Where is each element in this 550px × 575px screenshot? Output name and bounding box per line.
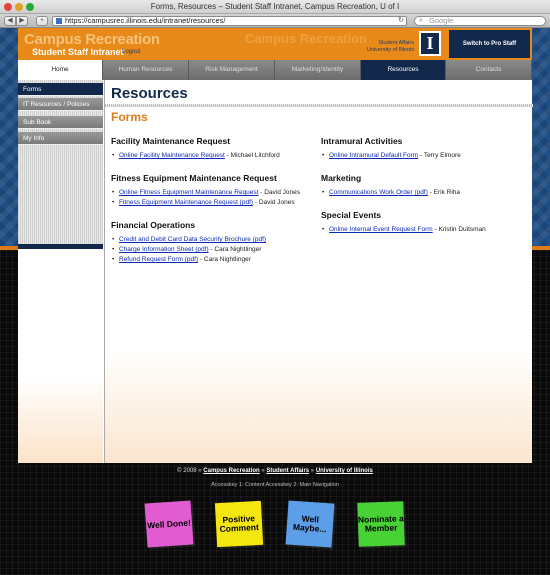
form-group: Facility Maintenance Request Online Faci… xyxy=(111,136,311,161)
form-link[interactable]: Online Intramural Default Form xyxy=(329,152,418,159)
tab-human-resources[interactable]: Human Resources xyxy=(103,60,189,80)
forms-column-right: Intramural Activities Online Intramural … xyxy=(321,136,521,247)
forms-column-left: Facility Maintenance Request Online Faci… xyxy=(111,136,311,277)
site-icon xyxy=(56,18,62,24)
list-item: Communications Work Order (pdf) - Erik R… xyxy=(321,188,521,198)
switch-to-pro-staff-button[interactable]: Switch to Pro Staff xyxy=(447,28,532,60)
url-text: https://campusrec.illinois.edu/intranet/… xyxy=(65,16,226,25)
note-nominate-member-button[interactable]: Nominate a Member xyxy=(357,501,405,547)
form-group-title: Special Events xyxy=(321,210,382,220)
search-placeholder: Google xyxy=(429,16,454,25)
note-well-maybe-button[interactable]: Well Maybe... xyxy=(285,500,335,548)
list-item: Charge Information Sheet (pdf) - Cara Ni… xyxy=(111,245,311,255)
sidebar-item-my-info[interactable]: My Info xyxy=(18,132,103,145)
search-icon: ⌕ xyxy=(419,17,423,24)
sidebar-divider xyxy=(18,244,103,249)
form-group-title: Intramural Activities xyxy=(321,136,403,146)
sidebar-item-it-resources[interactable]: IT Resources / Policies xyxy=(18,98,103,111)
list-item: Online Fitness Equipment Maintenance Req… xyxy=(111,188,311,198)
copyright-text: © 2008 » xyxy=(177,468,202,474)
form-contact: - Michael Litchford xyxy=(224,152,280,159)
add-bookmark-button[interactable]: + xyxy=(36,16,48,26)
form-contact: - Erik Riha xyxy=(427,189,461,196)
form-link[interactable]: Credit and Debit Card Data Security Broc… xyxy=(119,236,266,243)
form-contact: - David Jones xyxy=(258,189,301,196)
note-positive-comment-button[interactable]: Positive Comment xyxy=(214,500,264,548)
form-contact: - Cara Nightlinger xyxy=(208,246,262,253)
footer-separator: » xyxy=(310,468,315,474)
reload-icon[interactable]: ↻ xyxy=(398,17,404,25)
list-item: Fitness Equipment Maintenance Request (p… xyxy=(111,198,311,208)
window-title: Forms, Resources – Student Staff Intrane… xyxy=(150,2,400,11)
form-group: Fitness Equipment Maintenance Request On… xyxy=(111,173,311,208)
form-link[interactable]: Communications Work Order (pdf) xyxy=(329,189,428,196)
list-item: Online Facility Maintenance Request - Mi… xyxy=(111,151,311,161)
form-contact: - Kristin Duitsman xyxy=(432,226,486,233)
form-link[interactable]: Online Internal Event Request Form xyxy=(329,226,433,233)
form-link[interactable]: Refund Request Form (pdf) xyxy=(119,256,198,263)
sidebar: Forms IT Resources / Policies Sub Book M… xyxy=(18,80,103,463)
main-navigation: Home Human Resources Risk Management Mar… xyxy=(18,60,532,80)
list-item: Online Internal Event Request Form - Kri… xyxy=(321,225,521,235)
footer-copyright: © 2008 » Campus Recreation » Student Aff… xyxy=(0,468,550,474)
tab-home[interactable]: Home xyxy=(18,60,103,80)
affiliation-student-affairs[interactable]: Student Affairs xyxy=(367,40,414,47)
address-bar[interactable]: https://campusrec.illinois.edu/intranet/… xyxy=(52,16,407,26)
search-input[interactable]: ⌕ Google xyxy=(414,16,546,26)
form-contact: - Cara Nightlinger xyxy=(198,256,251,263)
section-title: Forms xyxy=(111,110,148,124)
footer-link-student-affairs[interactable]: Student Affairs xyxy=(266,468,309,474)
forward-button[interactable]: ▶ xyxy=(16,16,28,26)
browser-titlebar: Forms, Resources – Student Staff Intrane… xyxy=(0,0,550,14)
back-button[interactable]: ◀ xyxy=(4,16,16,26)
form-contact: - David Jones xyxy=(253,199,295,206)
tab-resources[interactable]: Resources xyxy=(361,60,446,80)
page-title: Resources xyxy=(111,85,188,102)
form-link[interactable]: Fitness Equipment Maintenance Request (p… xyxy=(119,199,253,206)
form-link[interactable]: Online Facility Maintenance Request xyxy=(119,152,225,159)
note-well-done-button[interactable]: Well Done! xyxy=(144,500,194,548)
form-group: Special Events Online Internal Event Req… xyxy=(321,210,521,235)
tab-risk-management[interactable]: Risk Management xyxy=(189,60,275,80)
site-title[interactable]: Campus Recreation xyxy=(24,31,160,48)
form-group: Intramural Activities Online Intramural … xyxy=(321,136,521,161)
browser-toolbar: ◀ ▶ + https://campusrec.illinois.edu/int… xyxy=(0,14,550,28)
list-item: Credit and Debit Card Data Security Broc… xyxy=(111,235,311,245)
list-item: Online Intramural Default Form - Terry E… xyxy=(321,151,521,161)
form-contact: - Terry Elmore xyxy=(418,152,461,159)
site-subtitle: Student Staff Intranet xyxy=(32,47,124,57)
affiliation-university[interactable]: University of Illinois xyxy=(367,47,414,54)
title-divider xyxy=(105,104,533,107)
illinois-logo[interactable]: I xyxy=(419,31,441,56)
form-group-title: Facility Maintenance Request xyxy=(111,136,231,146)
main-content: Resources Forms Facility Maintenance Req… xyxy=(104,80,533,463)
footer-accesskeys: Accesskey 1: Content Accesskey 2: Main N… xyxy=(211,482,339,488)
footer-link-university[interactable]: University of Illinois xyxy=(316,468,373,474)
site-header: Campus Recreation Student Staff Intranet… xyxy=(18,28,532,60)
logout-link[interactable]: Logout xyxy=(122,49,140,55)
watermark-title: Campus Recreation xyxy=(244,31,367,46)
page-body: Forms IT Resources / Policies Sub Book M… xyxy=(18,80,533,463)
tab-marketing-identity[interactable]: Marketing/Identity xyxy=(275,60,361,80)
form-group-title: Marketing xyxy=(321,173,362,183)
sidebar-lower-panel xyxy=(18,244,103,463)
form-group-title: Financial Operations xyxy=(111,220,196,230)
list-item: Refund Request Form (pdf) - Cara Nightli… xyxy=(111,255,311,265)
footer-link-campus-rec[interactable]: Campus Recreation xyxy=(203,468,259,474)
form-group-title: Fitness Equipment Maintenance Request xyxy=(111,173,277,183)
sidebar-item-sub-book[interactable]: Sub Book xyxy=(18,116,103,129)
form-group: Marketing Communications Work Order (pdf… xyxy=(321,173,521,198)
affiliation[interactable]: Student Affairs University of Illinois xyxy=(367,40,414,54)
tab-contacts[interactable]: Contacts xyxy=(446,60,532,80)
form-link[interactable]: Online Fitness Equipment Maintenance Req… xyxy=(119,189,258,196)
form-group: Financial Operations Credit and Debit Ca… xyxy=(111,220,311,265)
form-link[interactable]: Charge Information Sheet (pdf) xyxy=(119,246,209,253)
sidebar-item-forms[interactable]: Forms xyxy=(18,83,103,96)
footer-separator: » xyxy=(261,468,265,474)
